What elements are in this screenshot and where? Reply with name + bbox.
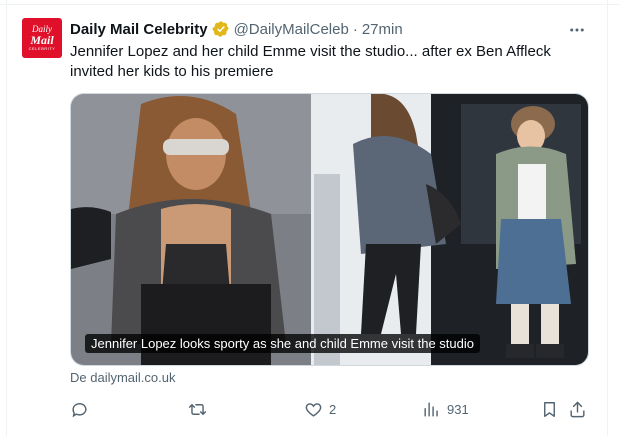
retweet-button[interactable]: [188, 397, 213, 421]
action-bar: 2 931: [70, 397, 590, 421]
media-photo: [71, 94, 588, 365]
more-icon[interactable]: [566, 20, 588, 40]
share-button[interactable]: [568, 397, 587, 421]
account-handle[interactable]: @DailyMailCeleb: [234, 21, 349, 38]
account-name[interactable]: Daily Mail Celebrity: [70, 21, 208, 38]
separator-dot: ·: [352, 20, 358, 38]
bookmark-icon: [544, 401, 555, 417]
avatar[interactable]: Daily Mail CELEBRITY: [22, 18, 62, 58]
bookmark-button[interactable]: [540, 397, 559, 421]
reply-icon: [72, 402, 87, 417]
link-source[interactable]: De dailymail.co.uk: [70, 370, 176, 385]
share-icon: [570, 401, 585, 417]
views-count: 931: [447, 401, 469, 417]
views-icon: [424, 401, 438, 417]
tweet-text: Jennifer Lopez and her child Emme visit …: [70, 43, 551, 80]
media-caption: Jennifer Lopez looks sporty as she and c…: [85, 334, 480, 353]
retweet-icon: [188, 403, 207, 415]
tweet-media[interactable]: Jennifer Lopez looks sporty as she and c…: [70, 93, 589, 366]
like-button[interactable]: 2: [304, 397, 336, 421]
verified-badge-icon[interactable]: [212, 20, 230, 38]
reply-button[interactable]: [70, 397, 95, 421]
like-count: 2: [329, 401, 337, 417]
views-button[interactable]: 931: [422, 397, 469, 421]
avatar-text-line2: Mail: [30, 33, 54, 47]
timestamp[interactable]: 27min: [362, 21, 403, 38]
tweet-header: Daily Mail Celebrity @DailyMailCeleb · 2…: [70, 19, 403, 39]
like-icon: [305, 402, 322, 417]
avatar-text-line3: CELEBRITY: [28, 46, 56, 51]
